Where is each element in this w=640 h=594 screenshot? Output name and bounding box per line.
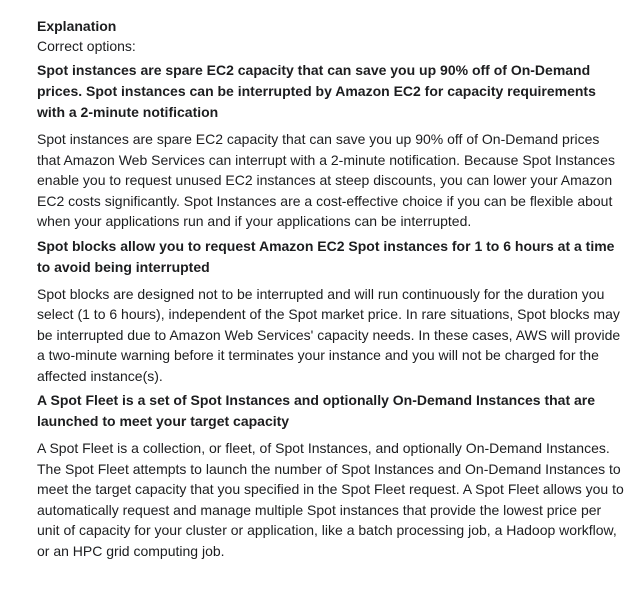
explanation-title: Explanation: [37, 18, 117, 34]
option-body: Spot blocks are designed not to be inter…: [37, 285, 621, 384]
option-block: Spot instances are spare EC2 capacity th…: [37, 60, 624, 232]
option-heading: Spot blocks allow you to request Amazon …: [37, 237, 615, 275]
option-body: A Spot Fleet is a collection, or fleet, …: [37, 440, 624, 559]
explanation-subtitle: Correct options:: [37, 38, 136, 54]
option-block: A Spot Fleet is a set of Spot Instances …: [37, 390, 624, 561]
option-heading: A Spot Fleet is a set of Spot Instances …: [37, 392, 596, 429]
explanation-panel: Explanation Correct options: Spot instan…: [0, 0, 640, 561]
option-body: Spot instances are spare EC2 capacity th…: [37, 131, 615, 229]
option-block: Spot blocks allow you to request Amazon …: [37, 236, 624, 387]
option-heading: Spot instances are spare EC2 capacity th…: [37, 62, 596, 120]
